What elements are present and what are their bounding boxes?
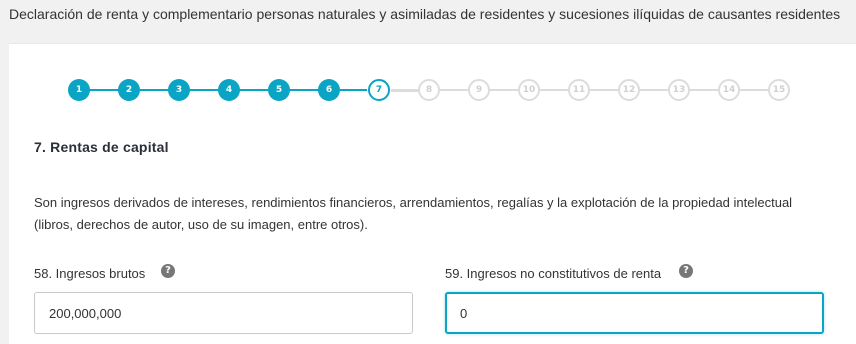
step-13[interactable]: 13 <box>668 79 690 101</box>
section-title: 7. Rentas de capital <box>34 139 169 155</box>
ingresos-no-constitutivos-input[interactable] <box>445 292 824 334</box>
step-4[interactable]: 4 <box>218 79 240 101</box>
field-label-ingresos-no-constitutivos: 59. Ingresos no constitutivos de renta <box>445 266 662 281</box>
step-2[interactable]: 2 <box>118 79 140 101</box>
step-3[interactable]: 3 <box>168 79 190 101</box>
step-6[interactable]: 6 <box>318 79 340 101</box>
step-14[interactable]: 14 <box>718 79 740 101</box>
step-5[interactable]: 5 <box>268 79 290 101</box>
field-label-ingresos-brutos: 58. Ingresos brutos <box>34 266 146 281</box>
step-9[interactable]: 9 <box>468 79 490 101</box>
step-10[interactable]: 10 <box>518 79 540 101</box>
step-1[interactable]: 1 <box>68 79 90 101</box>
step-11[interactable]: 11 <box>568 79 590 101</box>
step-12[interactable]: 12 <box>618 79 640 101</box>
step-7[interactable]: 7 <box>368 79 390 101</box>
step-8[interactable]: 8 <box>418 79 440 101</box>
help-icon[interactable]: ? <box>161 264 175 278</box>
help-icon[interactable]: ? <box>679 264 693 278</box>
step-15[interactable]: 15 <box>768 79 790 101</box>
section-description: Son ingresos derivados de intereses, ren… <box>34 195 793 232</box>
ingresos-brutos-input[interactable] <box>34 292 413 334</box>
progress-stepper: 1 2 3 4 5 6 7 8 9 10 11 12 13 14 15 <box>0 0 856 101</box>
